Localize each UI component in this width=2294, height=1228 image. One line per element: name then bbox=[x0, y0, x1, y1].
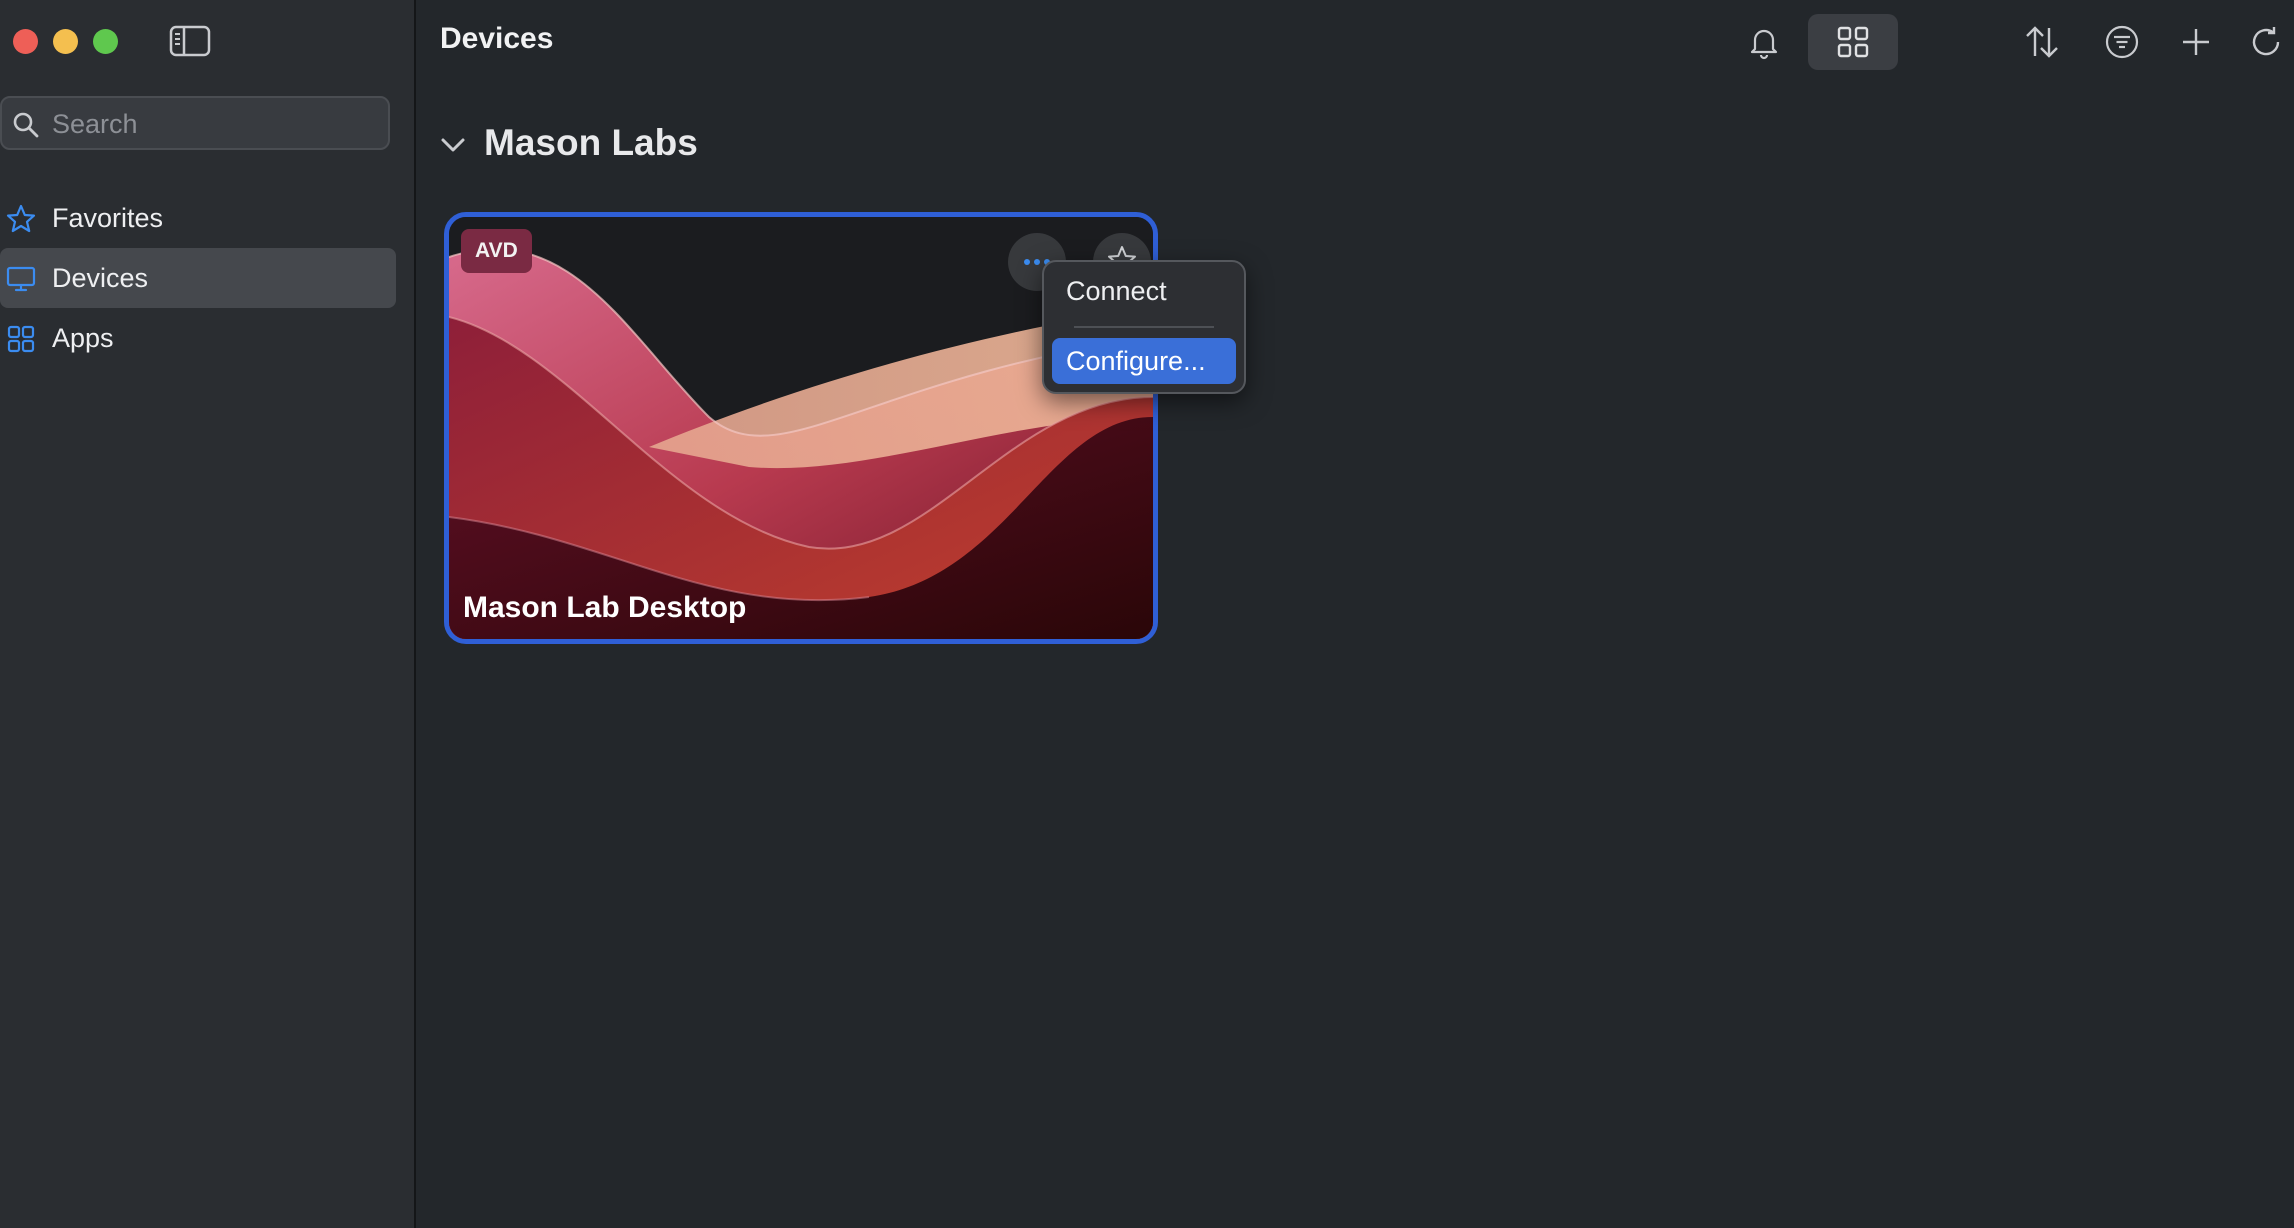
sidebar-item-favorites[interactable]: Favorites bbox=[0, 188, 396, 248]
sidebar-toggle-icon[interactable] bbox=[168, 24, 212, 58]
monitor-icon bbox=[6, 266, 36, 292]
sidebar-item-devices[interactable]: Devices bbox=[0, 248, 396, 308]
sidebar-item-label: Apps bbox=[52, 322, 114, 353]
search-box bbox=[0, 96, 390, 150]
bell-icon bbox=[1750, 29, 1778, 60]
context-menu: Connect Configure... bbox=[1042, 260, 1246, 394]
menu-item-connect[interactable]: Connect bbox=[1052, 268, 1236, 314]
grid-view-icon bbox=[1837, 26, 1869, 58]
filter-icon bbox=[2105, 25, 2139, 59]
refresh-icon bbox=[2252, 27, 2280, 56]
device-name: Mason Lab Desktop bbox=[463, 591, 747, 624]
menu-separator bbox=[1074, 326, 1214, 328]
search-input[interactable] bbox=[50, 98, 384, 150]
sidebar-nav: Favorites Devices Apps bbox=[0, 188, 396, 368]
sidebar: Favorites Devices Apps bbox=[0, 0, 416, 1228]
add-button[interactable] bbox=[2170, 16, 2222, 68]
device-type-badge: AVD bbox=[461, 229, 532, 273]
menu-item-configure[interactable]: Configure... bbox=[1052, 338, 1236, 384]
sidebar-item-label: Devices bbox=[52, 262, 149, 293]
app-window: Favorites Devices Apps bbox=[0, 0, 2294, 1228]
window-minimize-button[interactable] bbox=[53, 29, 78, 54]
search-icon bbox=[13, 112, 39, 138]
sidebar-item-apps[interactable]: Apps bbox=[0, 308, 396, 368]
group-title: Mason Labs bbox=[484, 122, 698, 163]
plus-icon bbox=[2183, 29, 2209, 55]
toolbar bbox=[416, 0, 2294, 84]
refresh-button[interactable] bbox=[2240, 16, 2292, 68]
chevron-down-icon bbox=[441, 138, 465, 152]
filter-button[interactable] bbox=[2096, 16, 2148, 68]
star-icon bbox=[6, 204, 36, 233]
sort-button[interactable] bbox=[2016, 16, 2068, 68]
main-content: Devices Mason Labs AVD Mason Lab Desktop… bbox=[416, 0, 2294, 1228]
apps-icon bbox=[7, 325, 35, 353]
window-maximize-button[interactable] bbox=[93, 29, 118, 54]
window-close-button[interactable] bbox=[13, 29, 38, 54]
sidebar-item-label: Favorites bbox=[52, 202, 164, 233]
sort-icon bbox=[2026, 26, 2058, 58]
grid-view-button[interactable] bbox=[1808, 14, 1898, 70]
notifications-button[interactable] bbox=[1738, 16, 1790, 68]
